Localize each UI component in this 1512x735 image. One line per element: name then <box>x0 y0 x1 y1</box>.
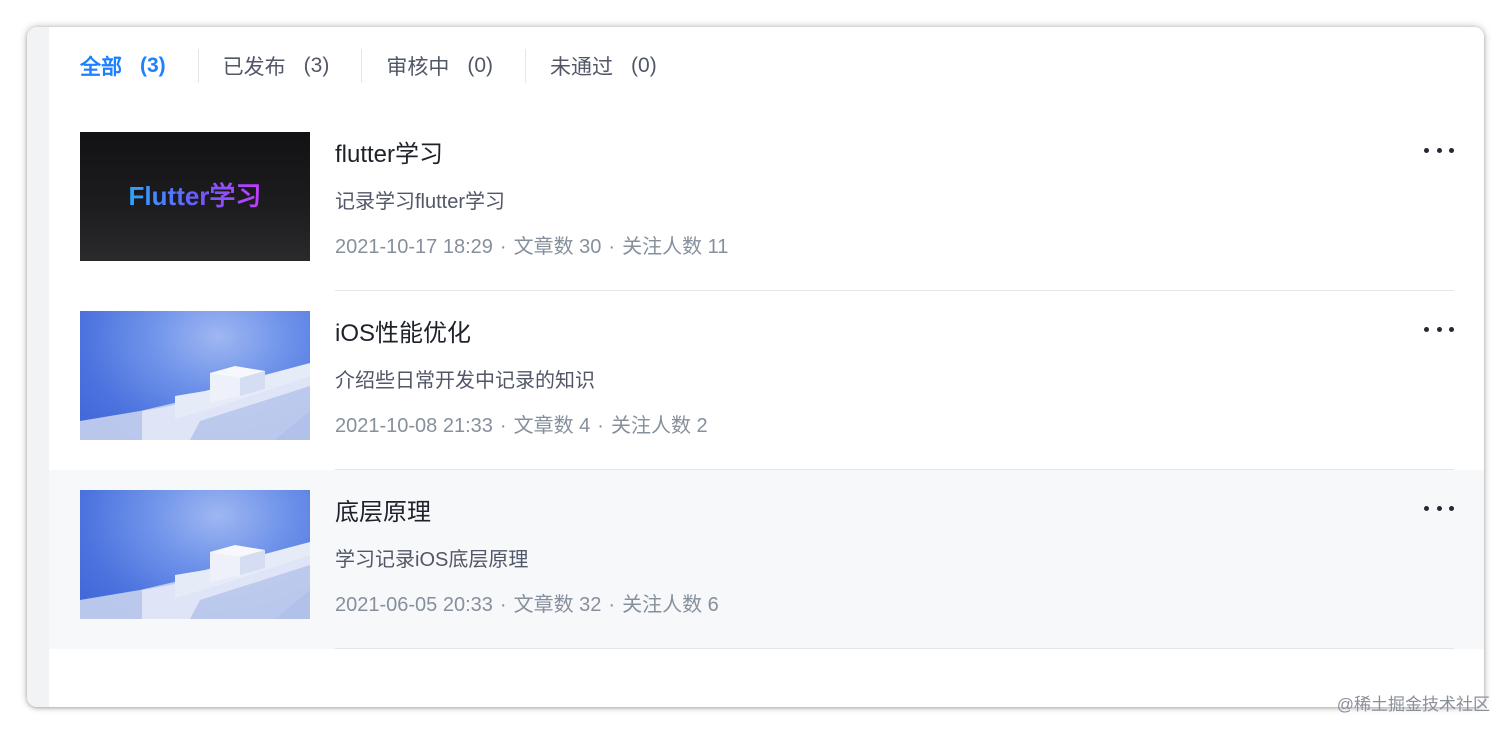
list-item[interactable]: 底层原理 学习记录iOS底层原理 2021-06-05 20:33 · 文章数 32… <box>49 470 1484 649</box>
meta-separator: · <box>608 594 616 616</box>
list-item[interactable]: iOS性能优化 介绍些日常开发中记录的知识 2021-10-08 21:33 · 文… <box>49 291 1484 470</box>
tab-count: (0) <box>467 54 494 77</box>
column-meta: 2021-06-05 20:33 · 文章数 32 · 关注人数 6 <box>335 588 719 617</box>
tab-in-review[interactable]: 审核中 (0) <box>361 47 525 85</box>
tab-label: 审核中 <box>386 56 450 79</box>
column-description: 介绍些日常开发中记录的知识 <box>335 370 595 392</box>
more-horizontal-icon[interactable] <box>1424 140 1454 160</box>
app-window: 全部 (3) 已发布 (3) 审核中 (0) 未通过 (0) Flutter学习 <box>27 27 1484 707</box>
cover-text: Flutter学习 <box>129 176 262 213</box>
column-follower-count: 关注人数 2 <box>610 415 708 437</box>
column-meta: 2021-10-08 21:33 · 文章数 4 · 关注人数 2 <box>335 409 708 438</box>
tab-label: 全部 <box>80 56 122 79</box>
more-horizontal-icon[interactable] <box>1424 498 1454 518</box>
stairs-illustration <box>80 363 310 440</box>
tab-count: (0) <box>631 54 657 77</box>
column-title[interactable]: 底层原理 <box>335 492 431 527</box>
column-manager-panel: 全部 (3) 已发布 (3) 审核中 (0) 未通过 (0) Flutter学习 <box>49 27 1484 707</box>
column-cover-image[interactable]: Flutter学习 <box>80 132 310 261</box>
column-description: 记录学习flutter学习 <box>335 191 506 213</box>
status-tabs: 全部 (3) 已发布 (3) 审核中 (0) 未通过 (0) <box>80 47 689 85</box>
column-title[interactable]: flutter学习 <box>335 134 443 169</box>
column-article-count: 文章数 4 <box>513 415 591 437</box>
meta-separator: · <box>597 415 604 437</box>
tab-label: 已发布 <box>222 56 286 79</box>
tab-published[interactable]: 已发布 (3) <box>197 47 362 85</box>
list-item-body: 底层原理 学习记录iOS底层原理 2021-06-05 20:33 · 文章数 32… <box>335 470 1454 649</box>
meta-separator: · <box>499 415 507 437</box>
column-date: 2021-06-05 20:33 <box>335 594 493 616</box>
column-cover-image[interactable] <box>80 490 310 619</box>
column-title[interactable]: iOS性能优化 <box>335 313 471 348</box>
column-cover-image[interactable] <box>80 311 310 440</box>
meta-separator: · <box>608 236 616 258</box>
tab-label: 未通过 <box>550 56 614 79</box>
more-horizontal-icon[interactable] <box>1424 319 1454 339</box>
list-item[interactable]: Flutter学习 flutter学习 记录学习flutter学习 2021-1… <box>49 112 1484 291</box>
column-follower-count: 关注人数 11 <box>622 236 729 258</box>
column-meta: 2021-10-17 18:29 · 文章数 30 · 关注人数 11 <box>335 230 728 259</box>
tab-count: (3) <box>303 54 330 77</box>
tab-all[interactable]: 全部 (3) <box>80 47 198 85</box>
column-date: 2021-10-08 21:33 <box>335 415 493 437</box>
list-item-body: flutter学习 记录学习flutter学习 2021-10-17 18:29… <box>335 112 1454 291</box>
meta-separator: · <box>499 594 507 616</box>
column-list: Flutter学习 flutter学习 记录学习flutter学习 2021-1… <box>49 112 1484 649</box>
column-description: 学习记录iOS底层原理 <box>335 549 529 571</box>
left-sidebar-edge <box>27 27 49 707</box>
column-date: 2021-10-17 18:29 <box>335 236 493 258</box>
meta-separator: · <box>499 236 507 258</box>
column-follower-count: 关注人数 6 <box>622 594 719 616</box>
stairs-illustration <box>80 542 310 619</box>
watermark: @稀土掘金技术社区 <box>1336 695 1490 714</box>
list-item-body: iOS性能优化 介绍些日常开发中记录的知识 2021-10-08 21:33 · 文… <box>335 291 1454 470</box>
tab-rejected[interactable]: 未通过 (0) <box>525 47 689 85</box>
column-article-count: 文章数 32 <box>513 594 602 616</box>
tab-count: (3) <box>140 54 166 77</box>
column-article-count: 文章数 30 <box>513 236 602 258</box>
